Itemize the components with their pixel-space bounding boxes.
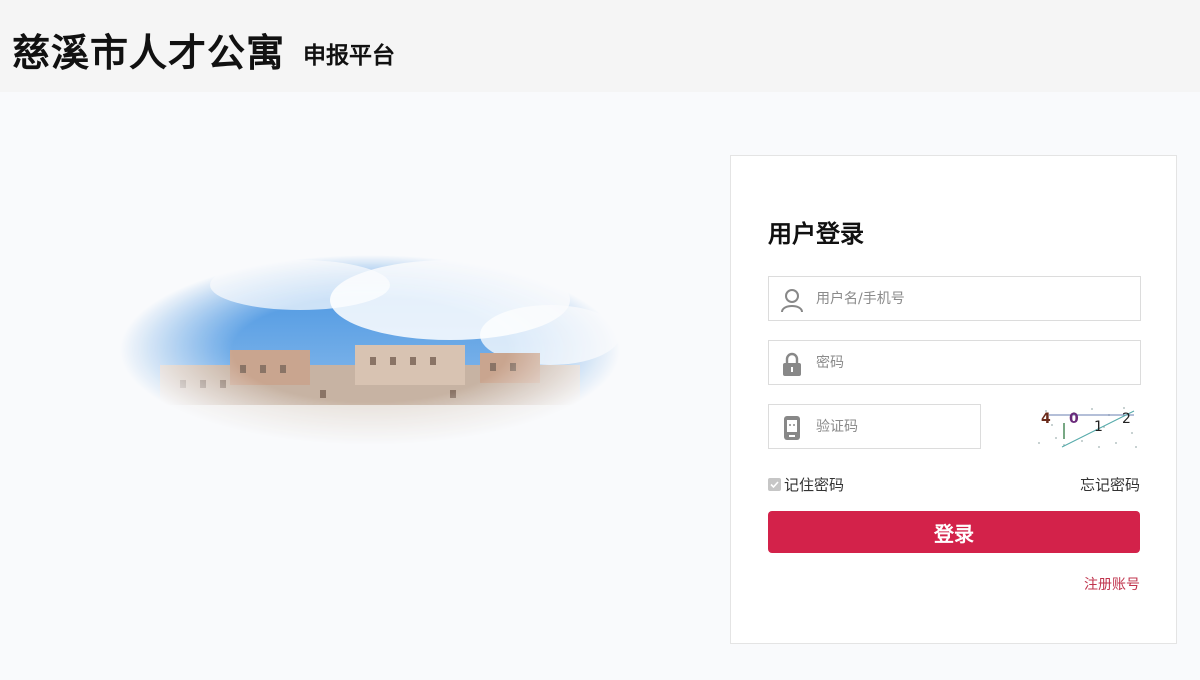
captcha-image[interactable]: 4 0 1 2 [1034, 403, 1140, 451]
captcha-char: 4 [1041, 411, 1051, 427]
lock-icon [783, 352, 801, 376]
captcha-char: 1 [1094, 419, 1103, 435]
login-panel: 用户登录 用户名/手机号 验证码 4 0 1 2 记住密码 忘记密码 登录 注册… [730, 155, 1177, 644]
phone-icon [784, 416, 800, 440]
register-link[interactable]: 注册账号 [1084, 574, 1140, 594]
hero-image [120, 255, 620, 445]
header: 慈溪市人才公寓 申报平台 [0, 0, 1200, 92]
remember-label: 记住密码 [784, 475, 845, 494]
username-input[interactable] [816, 277, 1132, 320]
login-button[interactable]: 登录 [768, 511, 1140, 553]
captcha-char: 0 [1069, 411, 1079, 427]
password-field[interactable] [768, 340, 1141, 385]
forgot-password-link[interactable]: 忘记密码 [1080, 474, 1140, 495]
captcha-field[interactable] [768, 404, 981, 449]
site-subtitle: 申报平台 [303, 43, 395, 69]
captcha-input[interactable] [816, 405, 972, 448]
captcha-char: 2 [1122, 411, 1131, 427]
remember-password[interactable]: 记住密码 [768, 474, 844, 494]
password-input[interactable] [816, 341, 1132, 384]
username-field[interactable] [768, 276, 1141, 321]
site-title: 慈溪市人才公寓 [12, 31, 286, 75]
remember-checkbox[interactable] [768, 477, 781, 491]
login-title: 用户登录 [768, 220, 864, 248]
check-icon [770, 480, 779, 488]
user-icon [781, 289, 803, 313]
